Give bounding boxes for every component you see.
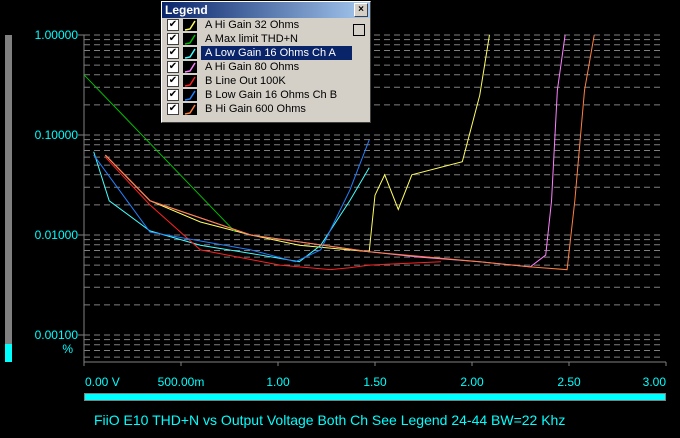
x-tick-label: 500.00m [158, 375, 205, 389]
series-swatch-icon [183, 89, 197, 101]
series-swatch-icon [183, 33, 197, 45]
legend-item[interactable]: ✔ B Low Gain 16 Ohms Ch B [167, 88, 352, 102]
y-unit-label: % [62, 342, 73, 356]
x-tick-label: 2.00 [460, 375, 484, 389]
close-button[interactable]: × [354, 3, 368, 17]
y-tick-label: 0.10000 [35, 128, 79, 142]
x-tick-label: 3.00 [643, 375, 667, 389]
checkbox[interactable]: ✔ [167, 103, 179, 115]
legend-label: B Line Out 100K [205, 75, 286, 87]
copy-icon[interactable] [353, 24, 365, 36]
series-line-5 [93, 139, 370, 263]
chart-title: FiiO E10 THD+N vs Output Voltage Both Ch… [94, 412, 566, 428]
legend-item[interactable]: ✔ A Low Gain 16 Ohms Ch A [167, 46, 352, 60]
series-swatch-icon [183, 75, 197, 87]
x-tick-label: 0.00 V [85, 375, 120, 389]
y-tick-label: 1.00000 [35, 28, 79, 42]
x-tick-label: 1.50 [363, 375, 387, 389]
series-swatch-icon [183, 47, 197, 59]
checkbox[interactable]: ✔ [167, 61, 179, 73]
x-tick-label: 2.50 [557, 375, 581, 389]
legend-label: B Hi Gain 600 Ohms [205, 103, 306, 115]
series-line-2 [93, 151, 370, 263]
y-tick-label: 0.01000 [35, 228, 79, 242]
x-tick-label: 1.00 [266, 375, 290, 389]
legend-label: A Hi Gain 80 Ohms [205, 61, 300, 73]
legend-title: Legend [165, 3, 208, 17]
checkbox[interactable]: ✔ [167, 47, 179, 59]
legend-label: B Low Gain 16 Ohms Ch B [205, 89, 338, 101]
checkbox[interactable]: ✔ [167, 19, 179, 31]
legend-item[interactable]: ✔ B Line Out 100K [167, 74, 352, 88]
series-line-4 [104, 156, 441, 271]
legend-label: A Low Gain 16 Ohms Ch A [201, 46, 352, 60]
legend-item[interactable]: ✔ B Hi Gain 600 Ohms [167, 102, 352, 116]
legend-label: A Max limit THD+N [205, 33, 299, 45]
series-swatch-icon [183, 103, 197, 115]
checkbox[interactable]: ✔ [167, 75, 179, 87]
legend-window[interactable]: Legend × ✔ A Hi Gain 32 Ohms ✔ A Max limit T… [161, 1, 371, 123]
legend-label: A Hi Gain 32 Ohms [205, 19, 300, 31]
y-tick-label: 0.00100 [35, 328, 79, 342]
x-range-scrollbar[interactable] [84, 393, 666, 401]
series-swatch-icon [183, 19, 197, 31]
series-swatch-icon [183, 61, 197, 73]
legend-item[interactable]: ✔ A Hi Gain 80 Ohms [167, 60, 352, 74]
legend-item[interactable]: ✔ A Hi Gain 32 Ohms [167, 18, 352, 32]
checkbox[interactable]: ✔ [167, 33, 179, 45]
legend-item[interactable]: ✔ A Max limit THD+N [167, 32, 352, 46]
checkbox[interactable]: ✔ [167, 89, 179, 101]
legend-titlebar[interactable]: Legend × [162, 2, 370, 18]
